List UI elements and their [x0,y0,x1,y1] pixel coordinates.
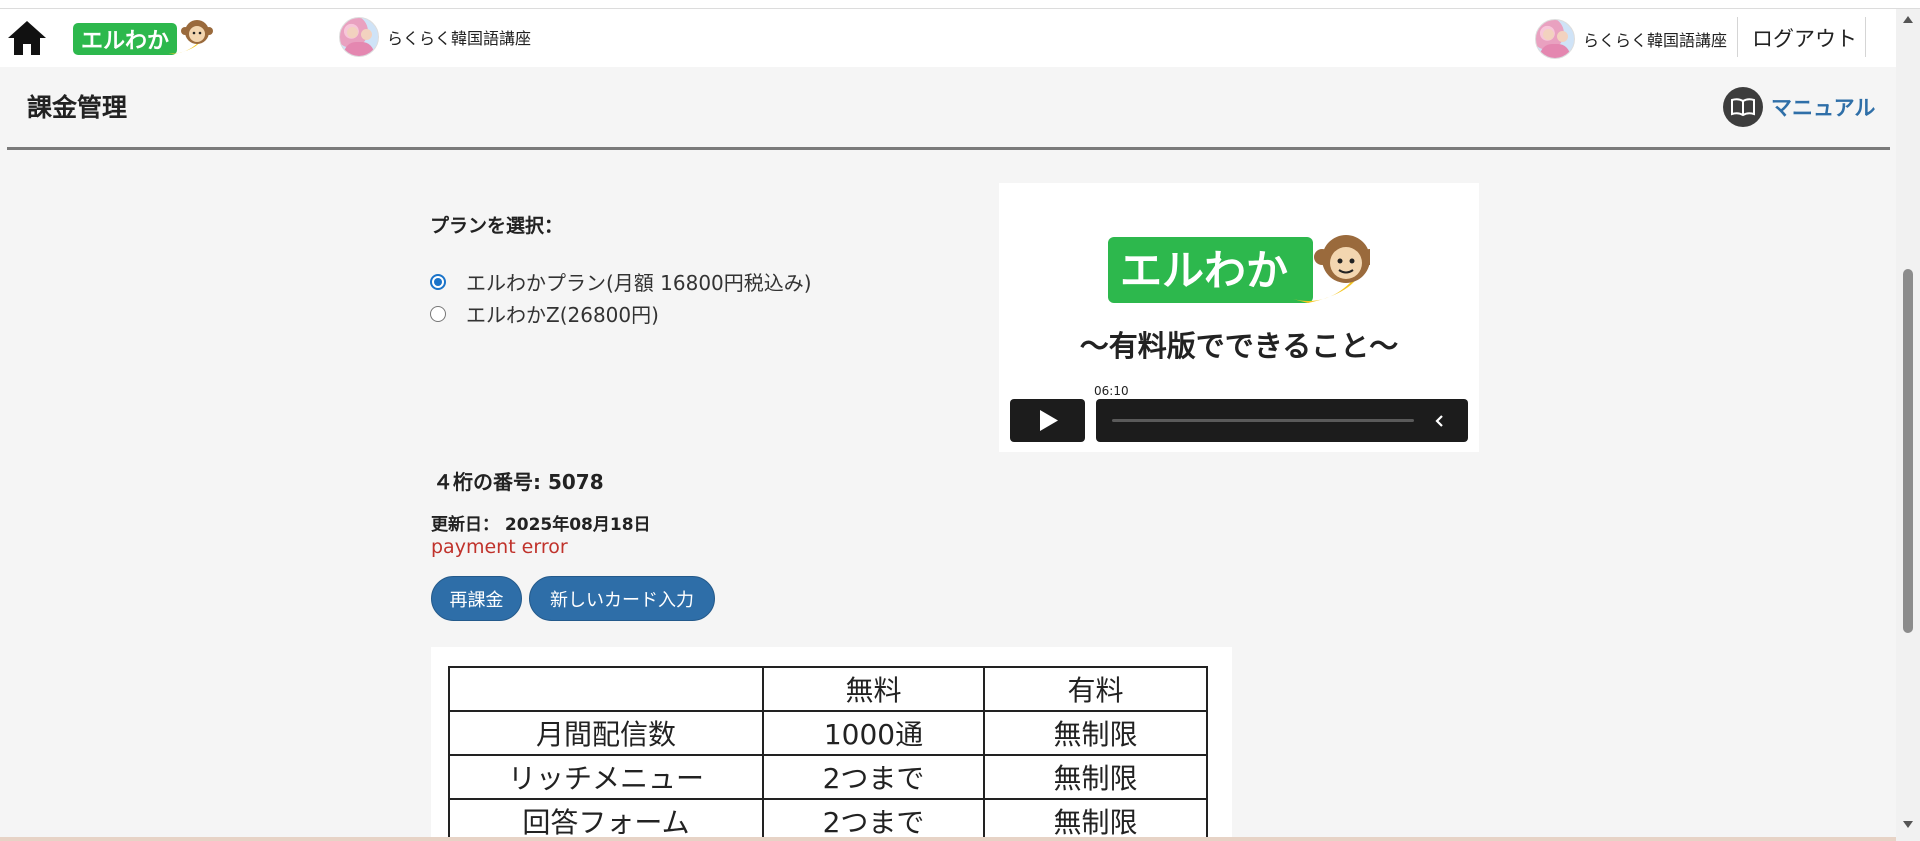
book-icon [1723,87,1763,127]
table-cell: 無制限 [983,754,1208,800]
plan-option-label: エルわかプラン(月額 16800円税込み) [466,271,812,295]
payment-error-message: payment error [431,536,568,558]
window-bottom-edge [0,837,1896,841]
table-cell: 無料 [762,666,985,712]
table-cell: 月間配信数 [448,710,764,756]
video-player[interactable]: エルわか 〜有料版でできること〜 06:10 [999,183,1479,452]
channel-avatar [339,17,379,57]
table-header-row: 無料 有料 [448,666,1208,712]
logout-link[interactable]: ログアウト [1752,23,1857,53]
table-cell: 2つまで [762,798,985,841]
video-logo-text: エルわか [1120,246,1288,295]
table-cell [448,666,764,712]
table-row: リッチメニュー 2つまで 無制限 [448,754,1208,800]
app-logo[interactable]: エルわか [73,18,217,58]
table-cell: リッチメニュー [448,754,764,800]
table-cell: 無制限 [983,710,1208,756]
play-icon [1040,410,1058,431]
plan-option-z[interactable]: エルわかZ(26800円) [430,299,659,328]
top-navbar: エルわか らくらく韓国語講座 らくらく韓国語講座 ログアウト [0,9,1896,67]
nav-divider [1737,17,1738,57]
manual-link[interactable]: マニュアル [1723,87,1875,127]
radio-button-selected[interactable] [430,273,446,290]
recharge-button[interactable]: 再課金 [431,576,522,621]
title-divider [7,147,1890,150]
table-cell: 2つまで [762,754,985,800]
play-button[interactable] [1010,399,1085,442]
channel-name: らくらく韓国語講座 [1583,31,1728,50]
video-logo: エルわか [1108,235,1370,303]
table-cell: 有料 [983,666,1208,712]
table-cell: 回答フォーム [448,798,764,841]
window-top-edge [0,0,1920,9]
new-card-button[interactable]: 新しいカード入力 [529,576,715,621]
video-title: 〜有料版でできること〜 [1079,329,1399,363]
comparison-table: 無料 有料 月間配信数 1000通 無制限 リッチメニュー 2つまで 無制限 回… [448,666,1208,841]
scrollbar-thumb[interactable] [1903,269,1913,633]
radio-button[interactable] [430,305,446,322]
channel-avatar [1535,19,1575,59]
app-logo-text: エルわか [81,29,169,54]
home-icon[interactable] [6,18,48,58]
scroll-down-arrow-icon[interactable] [1903,821,1913,828]
plan-option-label: エルわかZ(26800円) [466,303,659,327]
plan-option-standard[interactable]: エルわかプラン(月額 16800円税込み) [430,267,812,296]
plan-heading: プランを選択： [430,215,564,237]
manual-label: マニュアル [1771,96,1876,120]
table-cell: 無制限 [983,798,1208,841]
nav-divider [1865,17,1866,57]
plan-comparison-image: 無料 有料 月間配信数 1000通 無制限 リッチメニュー 2つまで 無制限 回… [431,647,1232,841]
channel-selector-left[interactable]: らくらく韓国語講座 [339,15,531,59]
video-controls[interactable] [1096,399,1468,442]
updated-date: 更新日： 2025年08月18日 [431,515,651,535]
channel-name: らくらく韓国語講座 [387,29,532,48]
vertical-scrollbar[interactable] [1896,9,1920,841]
main-content: 課金管理 マニュアル プランを選択： エルわかプラン(月額 16800円税込み)… [0,67,1896,841]
table-row: 回答フォーム 2つまで 無制限 [448,798,1208,841]
scroll-up-arrow-icon[interactable] [1903,16,1913,23]
table-cell: 1000通 [762,710,985,756]
channel-selector-right[interactable]: らくらく韓国語講座 [1535,17,1727,61]
video-time-tooltip: 06:10 [1090,383,1133,399]
page-title: 課金管理 [27,93,128,122]
four-digit-number: ４桁の番号: 5078 [433,470,604,494]
table-row: 月間配信数 1000通 無制限 [448,710,1208,756]
progress-track[interactable] [1112,419,1414,422]
chevron-left-icon[interactable] [1433,413,1447,429]
